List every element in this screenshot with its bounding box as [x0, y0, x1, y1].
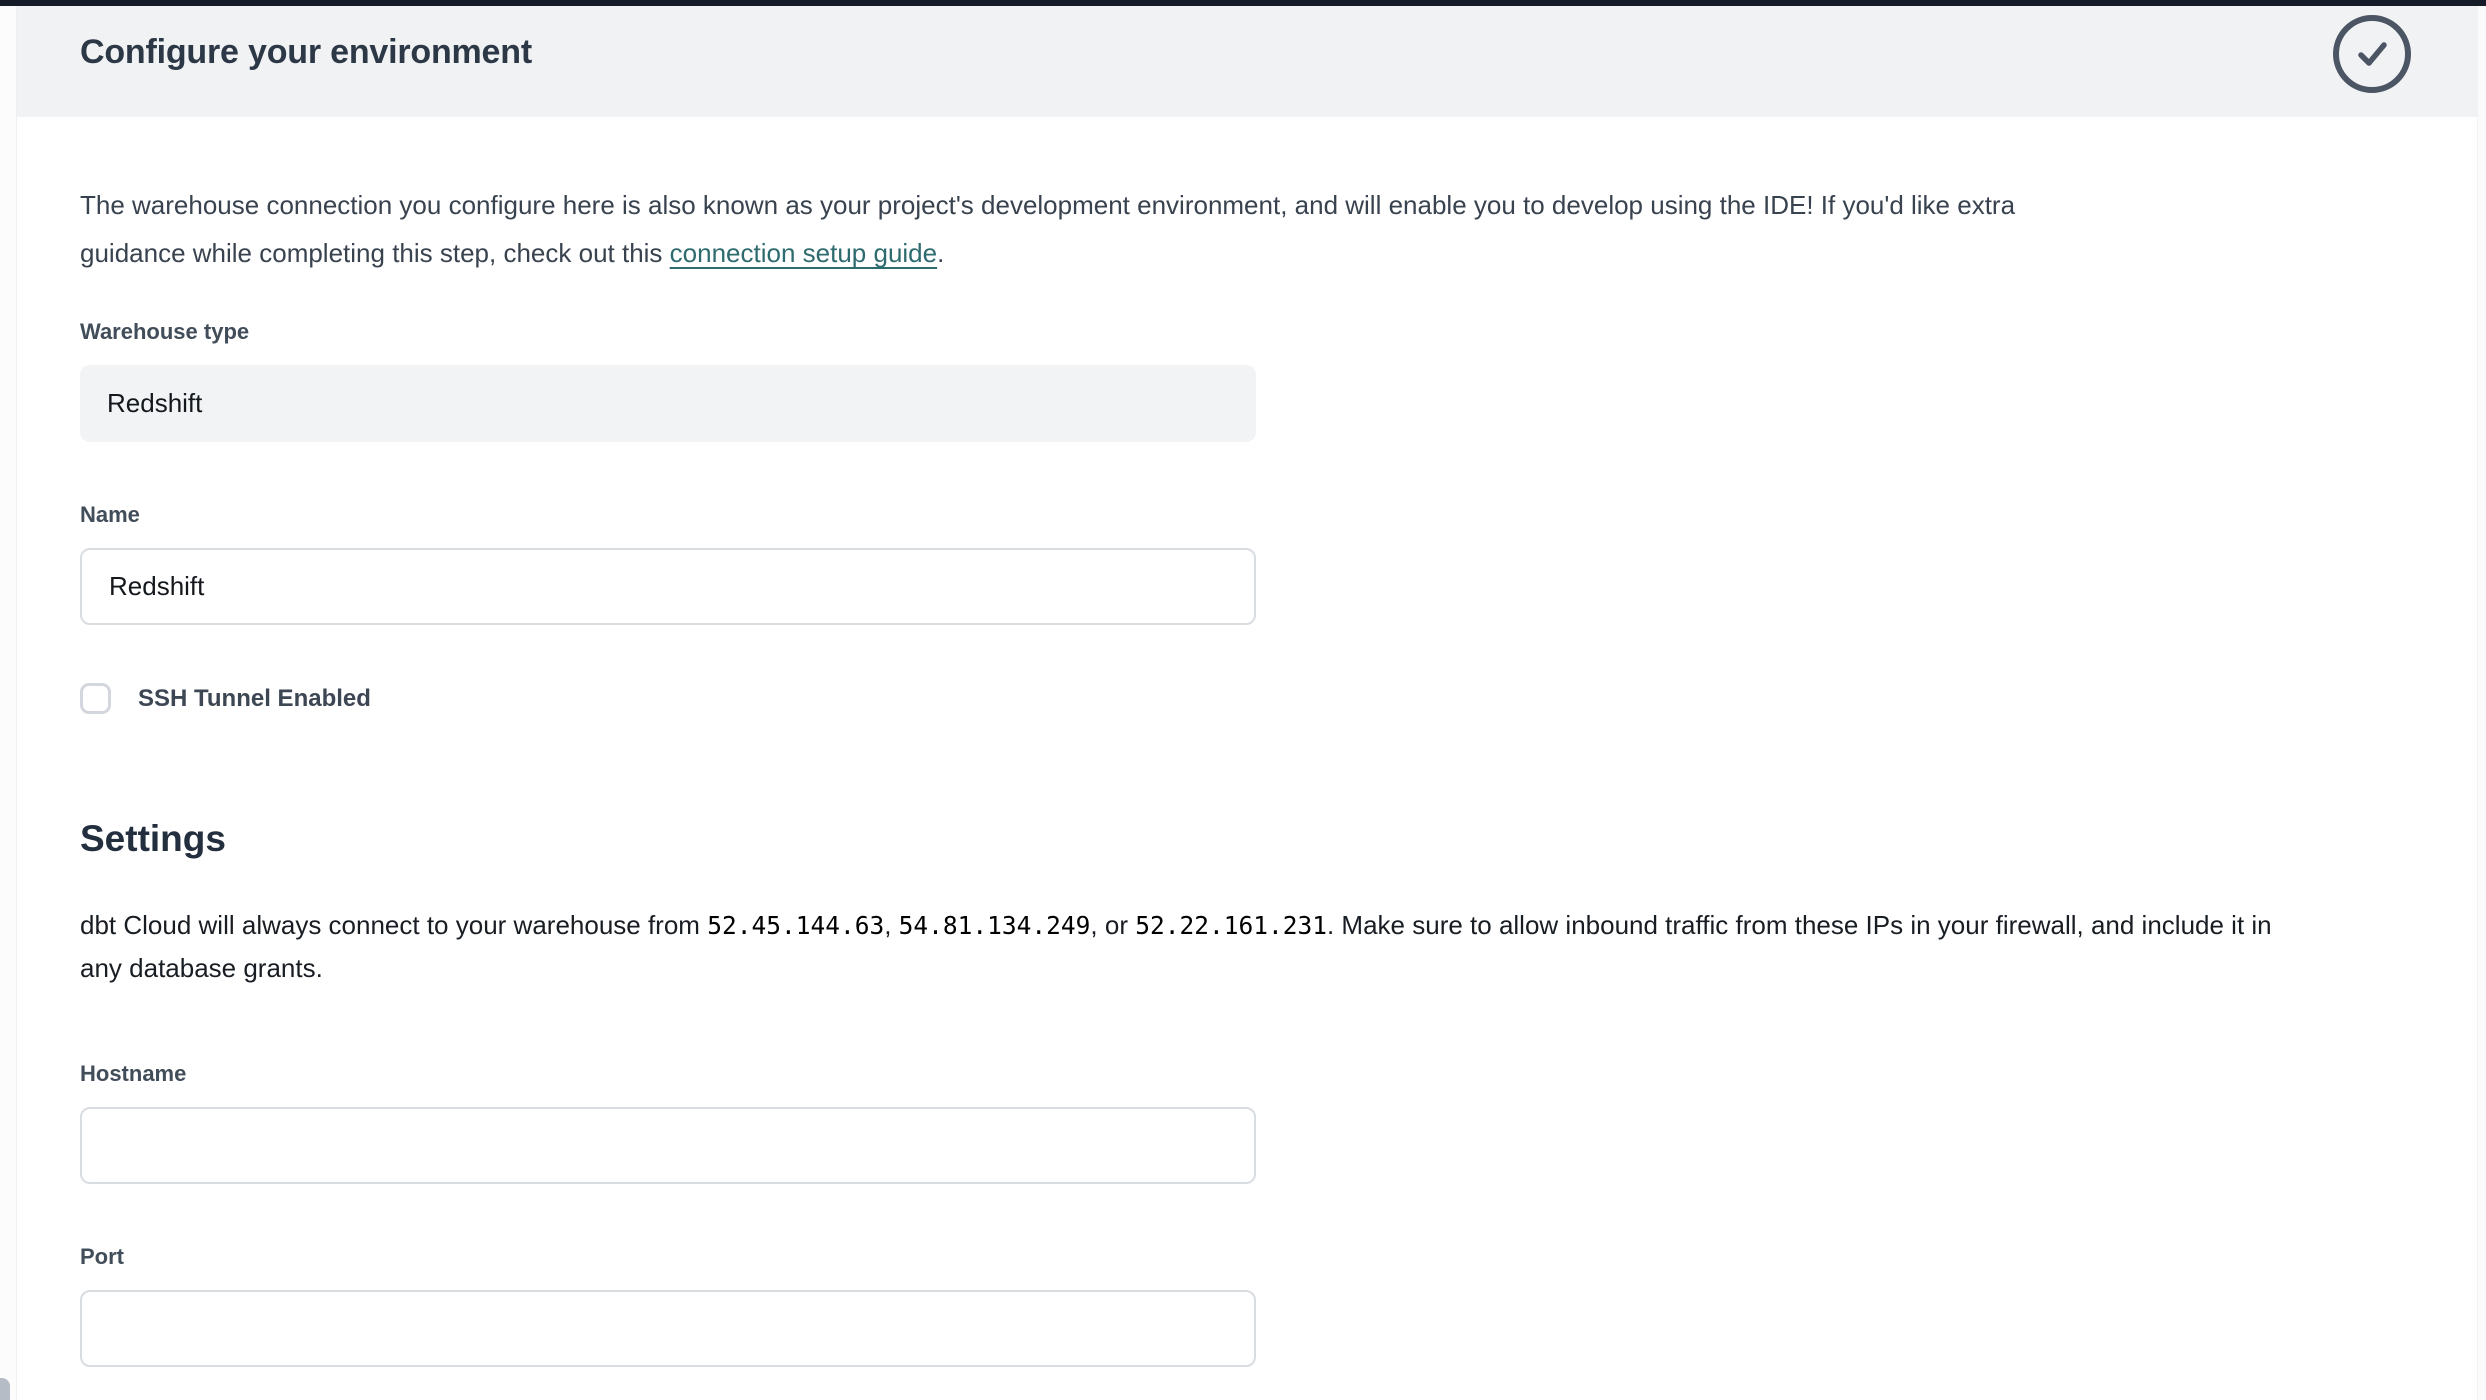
ip-separator-1: , [884, 910, 898, 940]
ssh-tunnel-label: SSH Tunnel Enabled [138, 685, 371, 713]
ssh-tunnel-row: SSH Tunnel Enabled [80, 683, 2477, 714]
port-input[interactable] [80, 1290, 1256, 1367]
hostname-input[interactable] [80, 1107, 1256, 1184]
step-complete-check-icon [2333, 15, 2411, 93]
ip-separator-2: , or [1090, 910, 1135, 940]
name-label: Name [80, 502, 2477, 528]
panel-body: The warehouse connection you configure h… [17, 117, 2477, 1400]
intro-line-2-text: guidance while completing this step, che… [80, 238, 670, 268]
hostname-label: Hostname [80, 1061, 2477, 1087]
environment-setup-panel: Configure your environment The warehouse… [17, 6, 2477, 1400]
name-input[interactable] [80, 548, 1256, 625]
warehouse-type-value: Redshift [107, 388, 202, 419]
page-title: Configure your environment [80, 33, 532, 72]
intro-line-1: The warehouse connection you configure h… [80, 181, 2477, 229]
warehouse-type-field: Redshift [80, 365, 1256, 442]
scrollbar-thumb[interactable] [0, 1378, 10, 1400]
top-nav-bar [0, 0, 2486, 6]
intro-line-2: guidance while completing this step, che… [80, 229, 2477, 277]
scrollbar-track[interactable] [2477, 6, 2486, 1400]
intro-text: The warehouse connection you configure h… [80, 181, 2477, 277]
left-gutter [0, 6, 17, 1400]
ssh-tunnel-checkbox[interactable] [80, 683, 111, 714]
ip-address-1: 52.45.144.63 [707, 911, 884, 940]
panel-header: Configure your environment [17, 6, 2477, 117]
settings-heading: Settings [80, 818, 2477, 860]
checkmark-icon [2353, 35, 2391, 73]
ip-address-2: 54.81.134.249 [899, 911, 1091, 940]
connection-setup-guide-link[interactable]: connection setup guide [670, 238, 937, 268]
settings-note-before-ips: dbt Cloud will always connect to your wa… [80, 910, 707, 940]
settings-note-line-1: dbt Cloud will always connect to your wa… [80, 904, 2477, 947]
settings-note-line-2: any database grants. [80, 947, 2477, 989]
settings-note-after-ips: . Make sure to allow inbound traffic fro… [1327, 910, 2272, 940]
port-label: Port [80, 1244, 2477, 1270]
intro-line-2-period: . [937, 238, 944, 268]
warehouse-type-label: Warehouse type [80, 319, 2477, 345]
ip-address-3: 52.22.161.231 [1135, 911, 1327, 940]
settings-note: dbt Cloud will always connect to your wa… [80, 904, 2477, 989]
